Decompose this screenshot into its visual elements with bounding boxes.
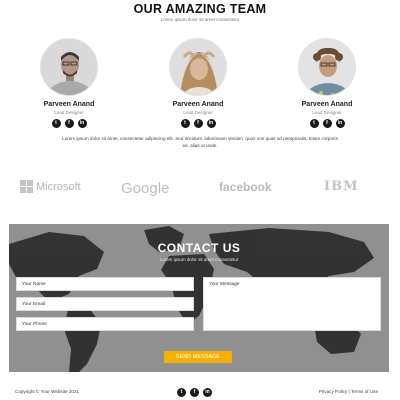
- windows-icon: [20, 180, 33, 193]
- ibm-logo: IBM: [324, 179, 359, 194]
- linkedin-icon[interactable]: in: [206, 119, 216, 128]
- member-socials: t f in: [9, 119, 129, 128]
- footer-socials: t f in: [177, 388, 212, 397]
- member-role: Lead Designer: [312, 110, 342, 115]
- avatar: [40, 38, 98, 96]
- team-member-card: Parveen Anand Lead Designer t f in: [138, 38, 258, 128]
- team-member-card: Parveen Anand Lead Designer t f in: [267, 38, 387, 128]
- twitter-icon[interactable]: t: [51, 119, 61, 128]
- facebook-logo: facebook: [219, 180, 272, 194]
- facebook-icon[interactable]: f: [190, 388, 199, 397]
- avatar: [169, 38, 227, 96]
- facebook-icon[interactable]: f: [193, 119, 203, 128]
- linkedin-icon[interactable]: in: [203, 388, 212, 397]
- team-member-card: Parveen Anand Lead Designer t f in: [9, 38, 129, 128]
- phone-field[interactable]: Your Phone: [16, 317, 194, 331]
- name-field[interactable]: Your Name: [16, 277, 194, 291]
- footer: Copyright © Your Website 2021 t f in Pri…: [0, 386, 400, 400]
- microsoft-logo-text: Microsoft: [36, 180, 81, 193]
- google-logo: Google: [121, 180, 170, 197]
- contact-subtitle: Lorem ipsum dolor sit amet consectetur: [159, 257, 239, 262]
- twitter-icon[interactable]: t: [177, 388, 186, 397]
- facebook-icon[interactable]: f: [322, 119, 332, 128]
- member-socials: t f in: [138, 119, 258, 128]
- team-subtitle: Lorem ipsum dolor sit amet consectetur: [160, 17, 240, 22]
- contact-section: CONTACT US Lorem ipsum dolor sit amet co…: [9, 224, 389, 372]
- team-title: OUR AMAZING TEAM: [133, 2, 267, 16]
- client-logos: Microsoft Google facebook IBM: [0, 175, 400, 199]
- copyright-text: Copyright © Your Website 2021: [15, 389, 80, 394]
- legal-links[interactable]: Privacy Policy | Terms of Use: [319, 389, 378, 394]
- avatar: [298, 38, 356, 96]
- twitter-icon[interactable]: t: [180, 119, 190, 128]
- message-field[interactable]: Your Message: [203, 277, 381, 331]
- member-name: Parveen Anand: [43, 101, 95, 108]
- twitter-icon[interactable]: t: [309, 119, 319, 128]
- linkedin-icon[interactable]: in: [335, 119, 345, 128]
- member-role: Lead Designer: [54, 110, 84, 115]
- email-field[interactable]: Your Email: [16, 297, 194, 311]
- member-name: Parveen Anand: [301, 101, 353, 108]
- member-socials: t f in: [267, 119, 387, 128]
- linkedin-icon[interactable]: in: [77, 119, 87, 128]
- send-message-button[interactable]: SEND MESSAGE: [164, 351, 232, 363]
- microsoft-logo: Microsoft: [20, 180, 81, 193]
- member-name: Parveen Anand: [172, 101, 224, 108]
- team-members: Parveen Anand Lead Designer t f in Parve…: [0, 38, 400, 128]
- contact-title: CONTACT US: [157, 241, 241, 255]
- member-role: Lead Designer: [183, 110, 213, 115]
- facebook-icon[interactable]: f: [64, 119, 74, 128]
- team-description: Lorem ipsum dolor sit amet, consectetur …: [62, 136, 338, 148]
